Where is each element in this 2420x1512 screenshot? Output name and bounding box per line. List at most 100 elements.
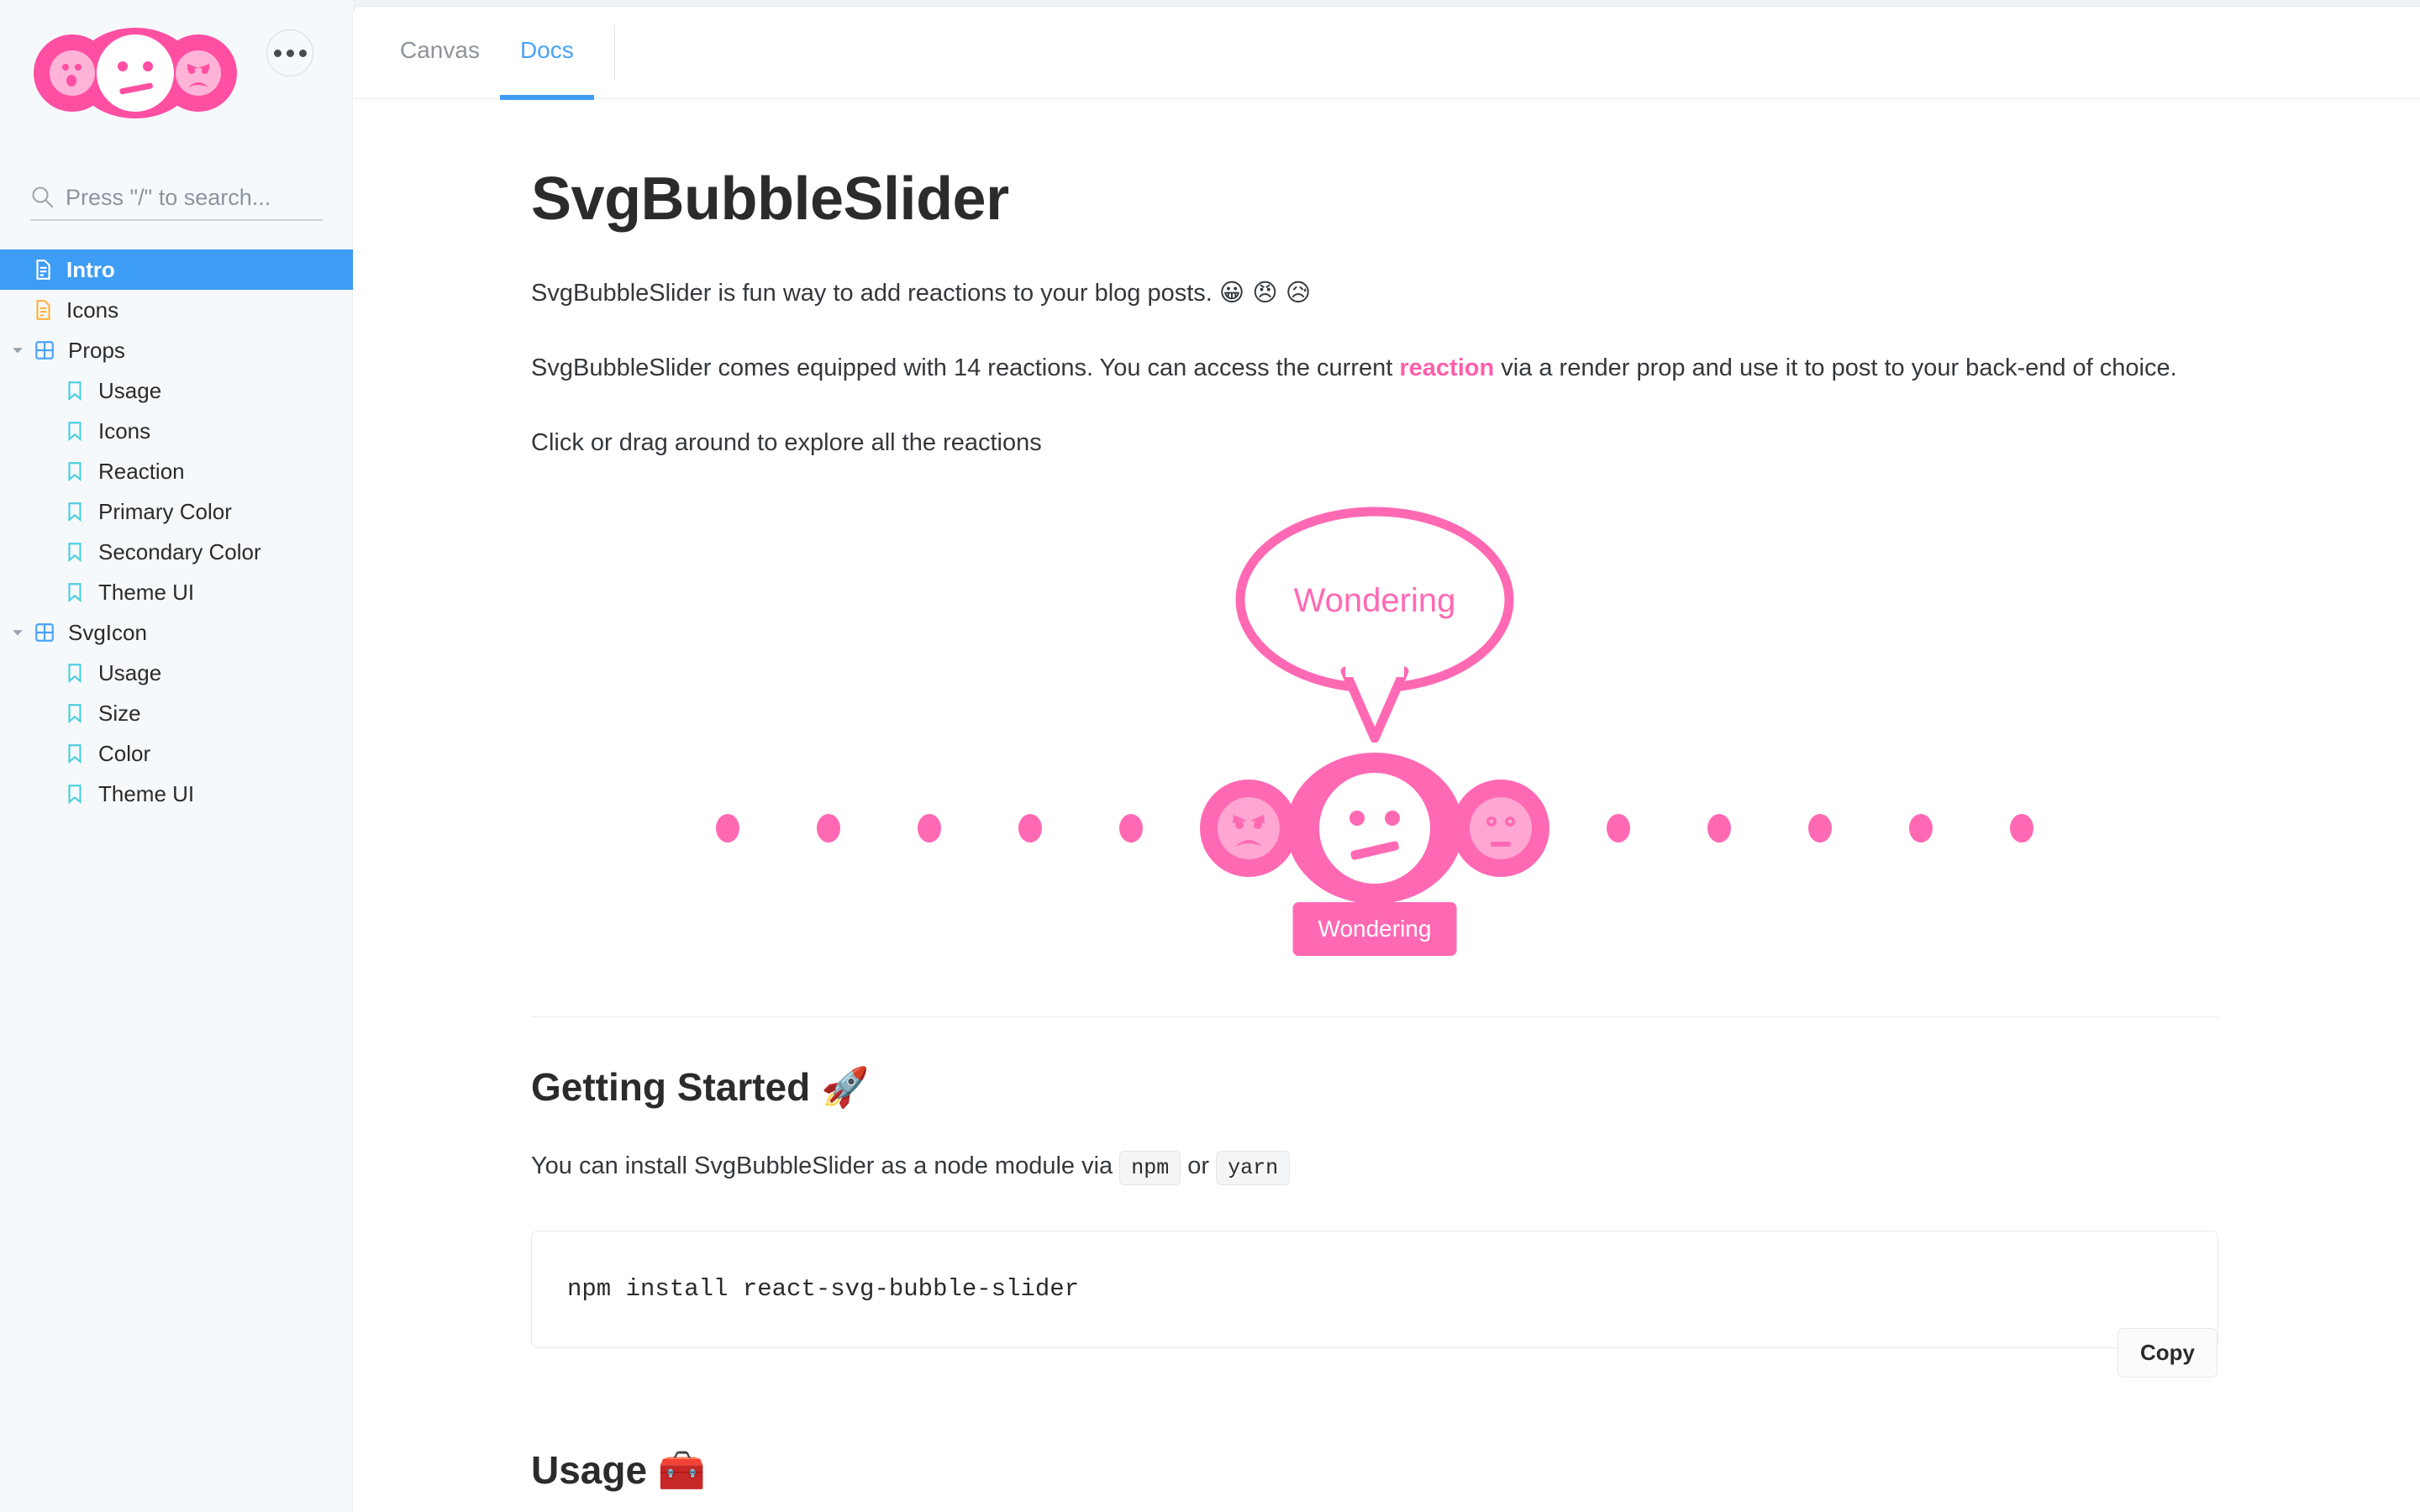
sidebar-item-icons[interactable]: Icons: [0, 290, 353, 330]
ellipsis-icon: [273, 49, 281, 57]
bookmark-icon: [62, 781, 87, 806]
ellipsis-icon: [298, 49, 307, 57]
chevron-down-icon[interactable]: [7, 622, 29, 643]
speech-bubble-text: Wondering: [1294, 582, 1456, 619]
reaction-link[interactable]: reaction: [1399, 354, 1494, 381]
sidebar-item-icons[interactable]: Icons: [0, 411, 353, 451]
sidebar-item-primary-color[interactable]: Primary Color: [0, 491, 353, 532]
bookmark-icon: [62, 418, 87, 444]
sidebar-item-label: Primary Color: [98, 499, 232, 524]
angry-face: [1218, 796, 1280, 859]
search-input[interactable]: [66, 185, 323, 211]
npm-chip: npm: [1119, 1150, 1181, 1185]
tab-canvas[interactable]: Canvas: [380, 7, 500, 100]
sidebar-item-label: Color: [98, 741, 151, 766]
intro-paragraph-2: SvgBubbleSlider comes equipped with 14 r…: [531, 349, 2218, 387]
getting-started-text: Getting Started: [531, 1064, 822, 1109]
sidebar-item-label: SvgIcon: [68, 620, 147, 645]
component-icon: [32, 338, 57, 363]
intro-text-2b: via a render prop and use it to post to …: [1494, 354, 2177, 381]
doc-scroll-area: SvgBubbleSlider SvgBubbleSlider is fun w…: [353, 99, 2420, 1512]
search-icon: [30, 185, 54, 208]
sidebar-item-svgicon[interactable]: SvgIcon: [0, 612, 353, 653]
sidebar-item-label: Theme UI: [98, 781, 195, 806]
sidebar-item-size[interactable]: Size: [0, 693, 353, 733]
more-options-button[interactable]: [266, 29, 313, 76]
sidebar-nav: Intro Icons Props Usage Icons Reaction P…: [0, 249, 353, 814]
install-code-block: npm install react-svg-bubble-slider Copy: [531, 1230, 2218, 1378]
tabbar: Canvas Docs: [353, 7, 2420, 100]
tab-docs[interactable]: Docs: [499, 7, 594, 100]
usage-heading: Usage 🧰: [531, 1447, 2218, 1494]
wondering-face: [1319, 772, 1430, 884]
usage-text: Usage: [531, 1447, 658, 1492]
bookmark-icon: [62, 741, 87, 766]
content-panel: Canvas Docs SvgBubbleSlider SvgBubbleSli…: [353, 7, 2420, 1512]
slider-dots-left: [716, 813, 1143, 843]
bookmark-icon: [62, 660, 87, 685]
getting-started-heading: Getting Started 🚀: [531, 1064, 2218, 1110]
sidebar-item-label: Reaction: [98, 459, 185, 484]
install-paragraph: You can install SvgBubbleSlider as a nod…: [531, 1147, 2218, 1185]
bookmark-icon: [62, 539, 87, 564]
sidebar-item-label: Size: [98, 701, 141, 726]
neutral-face: [1470, 796, 1532, 859]
yarn-chip: yarn: [1216, 1150, 1291, 1185]
sidebar-item-props[interactable]: Props: [0, 330, 353, 370]
reaction-emojis: 😀 😠 😥: [1218, 278, 1312, 307]
bookmark-icon: [62, 580, 87, 605]
search-box[interactable]: [30, 181, 323, 221]
page-title: SvgBubbleSlider: [531, 165, 1009, 233]
chevron-down-icon[interactable]: [7, 339, 29, 361]
sidebar-item-color[interactable]: Color: [0, 733, 353, 774]
install-command: npm install react-svg-bubble-slider: [567, 1274, 1080, 1303]
intro-paragraph-3: Click or drag around to explore all the …: [531, 428, 1042, 456]
bookmark-icon: [62, 499, 87, 524]
toolbox-icon: 🧰: [657, 1446, 707, 1493]
tab-canvas-label: Canvas: [400, 37, 480, 64]
sidebar: Intro Icons Props Usage Icons Reaction P…: [0, 0, 353, 1512]
sidebar-item-label: Intro: [66, 257, 115, 282]
sidebar-item-usage[interactable]: Usage: [0, 370, 353, 411]
document-icon: [30, 297, 55, 323]
sidebar-header: [0, 0, 353, 181]
slider-dots-right: [1607, 813, 2033, 843]
sidebar-item-label: Icons: [98, 418, 151, 444]
main-area: Canvas Docs SvgBubbleSlider SvgBubbleSli…: [353, 0, 2420, 1512]
sidebar-item-reaction[interactable]: Reaction: [0, 451, 353, 491]
bookmark-icon: [62, 378, 87, 403]
sidebar-item-theme-ui[interactable]: Theme UI: [0, 572, 353, 612]
sidebar-item-usage[interactable]: Usage: [0, 653, 353, 693]
tab-docs-label: Docs: [519, 37, 574, 64]
document-icon: [30, 257, 55, 282]
tab-divider: [613, 24, 616, 81]
component-icon: [32, 620, 57, 645]
install-or: or: [1181, 1152, 1217, 1179]
rocket-icon: 🚀: [821, 1063, 870, 1110]
copy-button[interactable]: Copy: [2118, 1327, 2217, 1378]
install-text: You can install SvgBubbleSlider as a nod…: [531, 1152, 1120, 1179]
bubble-faces-logo: [30, 25, 240, 122]
sidebar-item-intro[interactable]: Intro: [0, 249, 353, 290]
speech-bubble: Wondering: [1232, 499, 1518, 747]
sidebar-item-theme-ui[interactable]: Theme UI: [0, 774, 353, 814]
sidebar-item-label: Usage: [98, 378, 162, 403]
intro-paragraph-1: SvgBubbleSlider is fun way to add reacti…: [531, 274, 2218, 312]
ellipsis-icon: [286, 49, 294, 57]
sidebar-item-label: Usage: [98, 660, 162, 685]
sidebar-item-secondary-color[interactable]: Secondary Color: [0, 532, 353, 572]
app-root: Intro Icons Props Usage Icons Reaction P…: [0, 0, 2420, 1512]
section-divider: [531, 1016, 2218, 1017]
sidebar-item-label: Theme UI: [98, 580, 195, 605]
bookmark-icon: [62, 701, 87, 726]
bubble-blob: [1200, 752, 1549, 904]
intro-text-1: SvgBubbleSlider is fun way to add reacti…: [531, 280, 1219, 307]
intro-text-2a: SvgBubbleSlider comes equipped with 14 r…: [531, 354, 1400, 381]
sidebar-item-label: Secondary Color: [98, 539, 261, 564]
reaction-slider[interactable]: [531, 751, 2218, 906]
bookmark-icon: [62, 459, 87, 484]
sidebar-item-label: Icons: [66, 297, 119, 323]
bubble-slider-demo[interactable]: Wondering Wondering: [531, 499, 2218, 986]
sidebar-item-label: Props: [68, 338, 125, 363]
current-reaction-label: Wondering: [1292, 901, 1457, 956]
